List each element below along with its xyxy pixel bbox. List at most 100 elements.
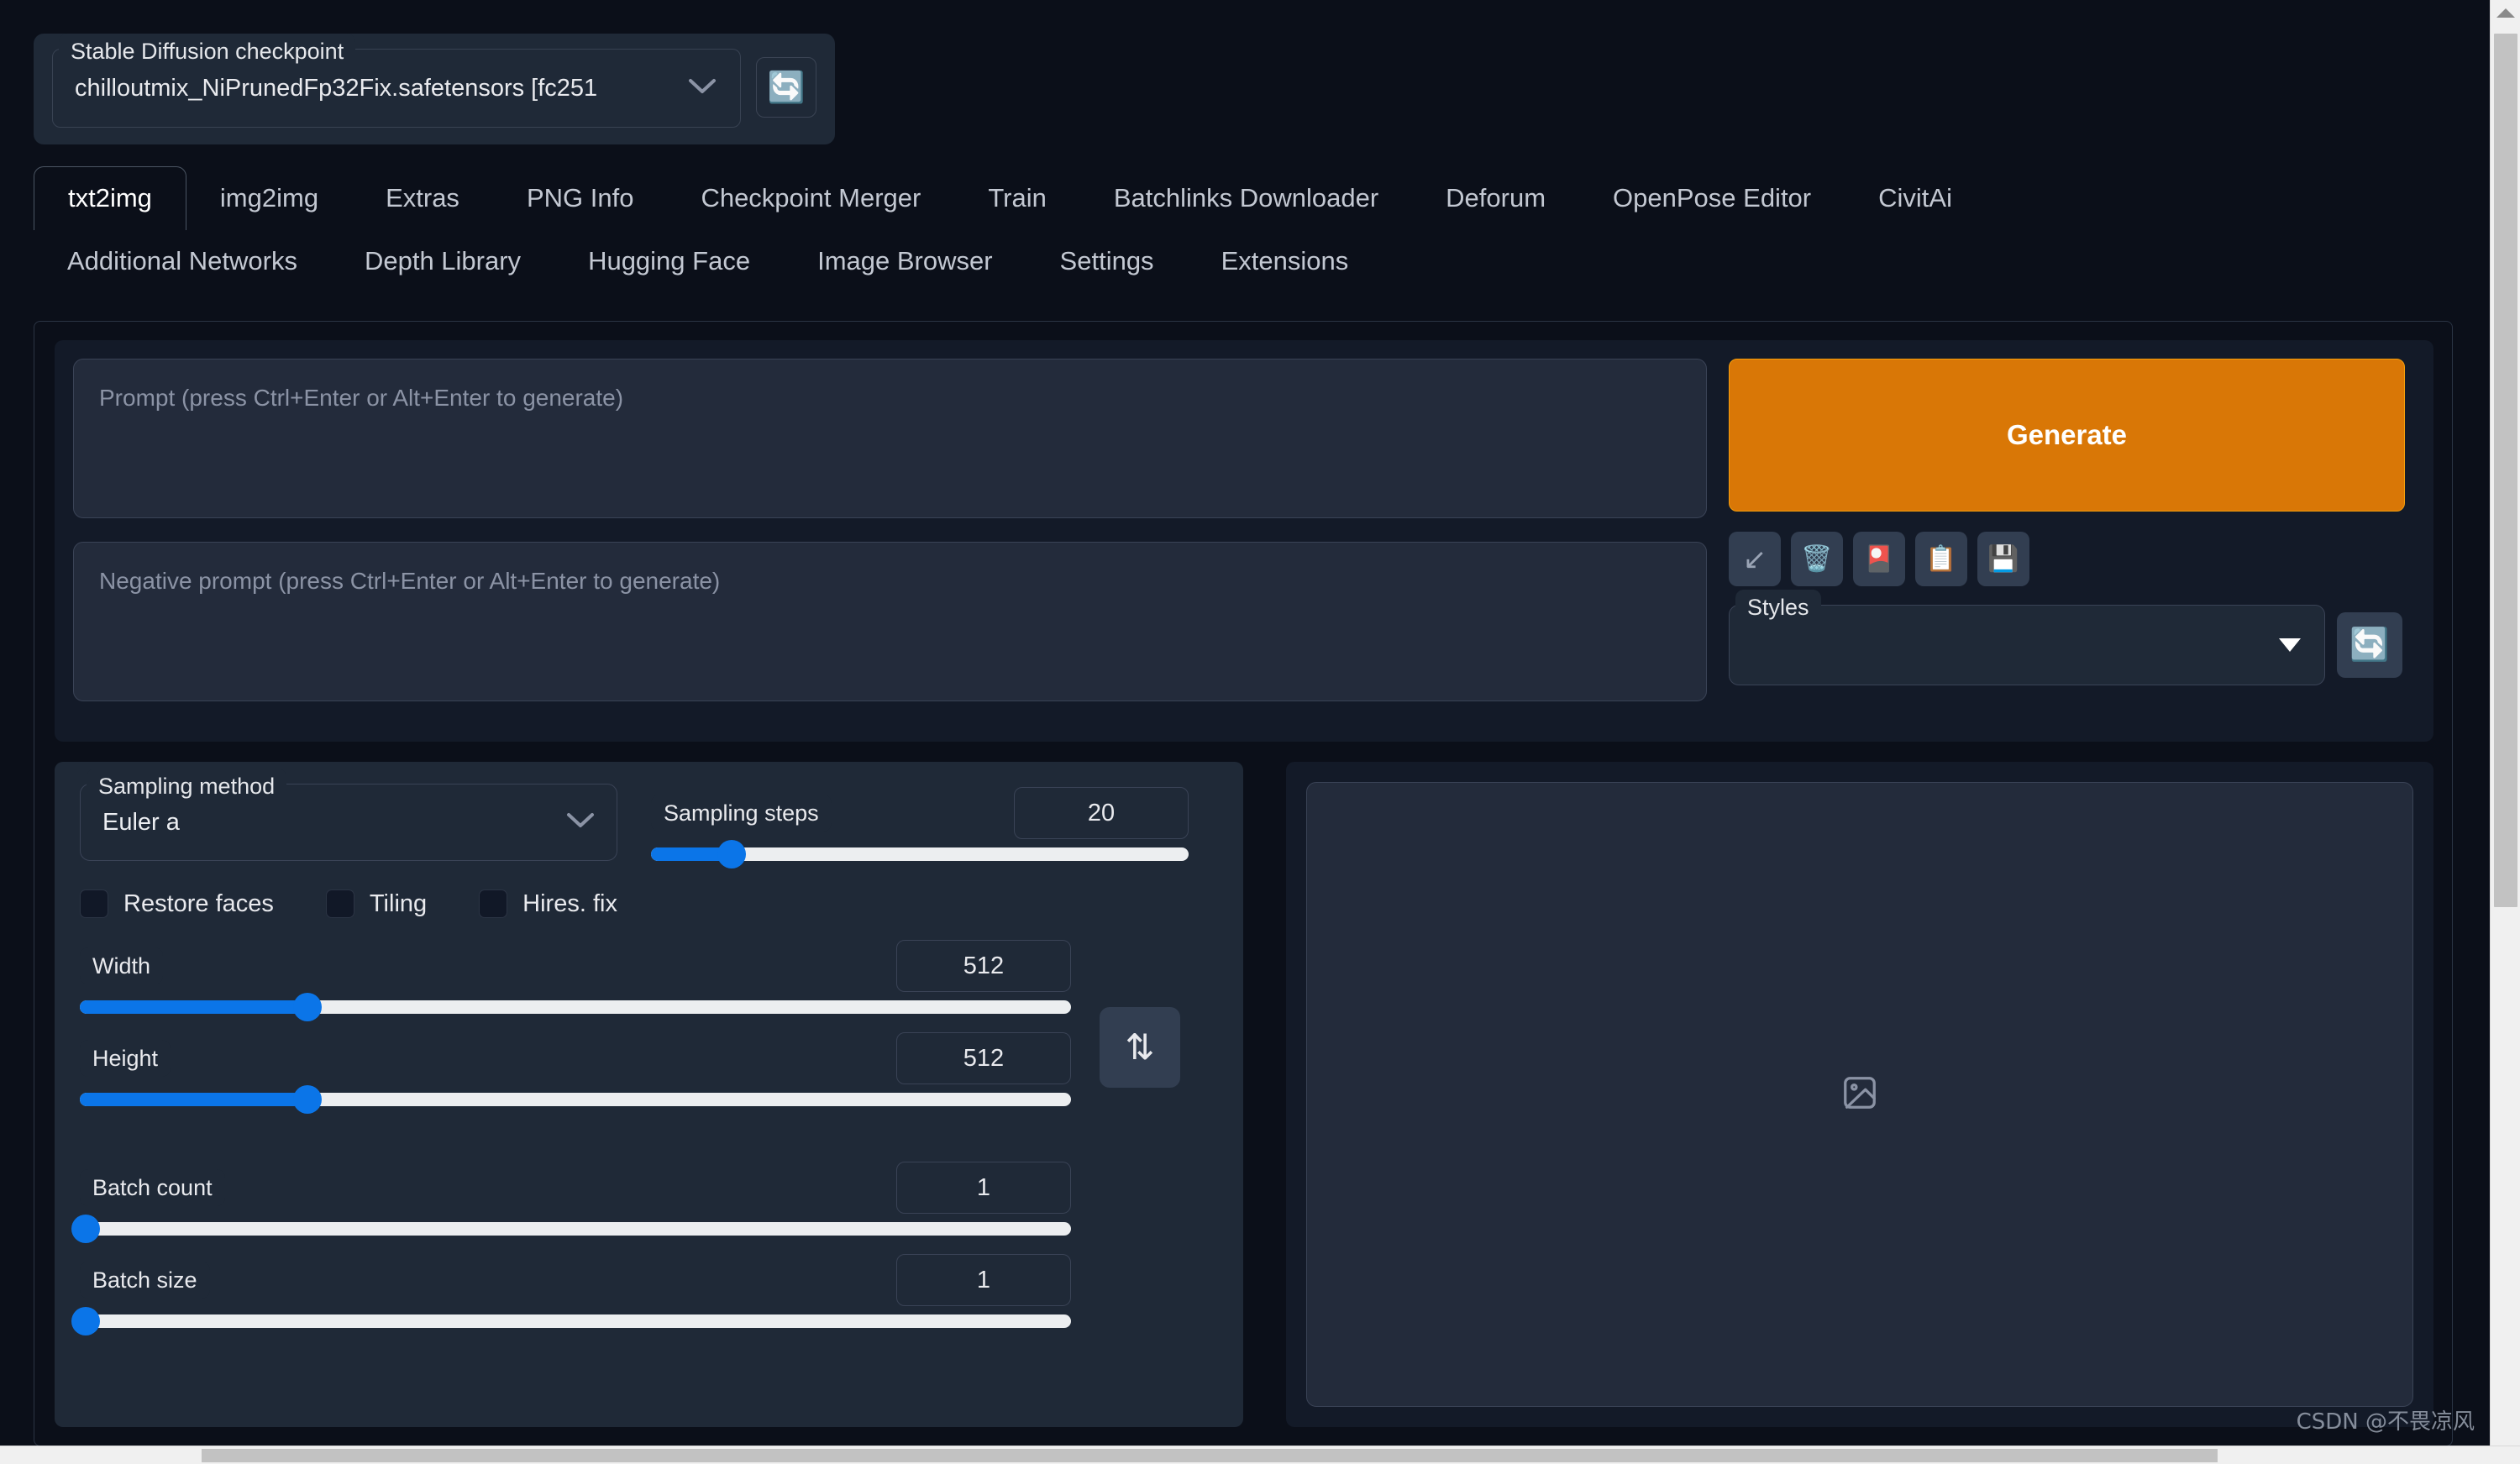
- tab-civitai[interactable]: CivitAi: [1845, 167, 1986, 230]
- negative-prompt-input[interactable]: Negative prompt (press Ctrl+Enter or Alt…: [73, 542, 1707, 701]
- tab-extras[interactable]: Extras: [352, 167, 493, 230]
- clear-prompt-button[interactable]: 🗑️: [1791, 532, 1843, 586]
- apply-style-button[interactable]: 📋: [1915, 532, 1967, 586]
- batch-size-group: Batch size 1: [71, 1254, 1071, 1335]
- horizontal-scrollbar-thumb[interactable]: [202, 1449, 2218, 1462]
- tab-train[interactable]: Train: [954, 167, 1079, 230]
- checkpoint-select-wrapper: Stable Diffusion checkpoint chilloutmix_…: [52, 34, 741, 128]
- height-value-input[interactable]: 512: [896, 1032, 1071, 1084]
- tab-checkpoint-merger[interactable]: Checkpoint Merger: [667, 167, 954, 230]
- tab-hugging-face[interactable]: Hugging Face: [554, 230, 784, 293]
- height-label: Height: [80, 1040, 171, 1077]
- tab-deforum[interactable]: Deforum: [1412, 167, 1579, 230]
- prompt-tool-row: ↙ 🗑️ 🎴 📋 💾: [1729, 532, 2405, 586]
- batch-count-group: Batch count 1: [71, 1162, 1071, 1243]
- dimension-sliders: Width 512 Height 512: [80, 940, 1071, 1115]
- tab-batchlinks-downloader[interactable]: Batchlinks Downloader: [1080, 167, 1412, 230]
- width-group: Width 512: [80, 940, 1071, 1021]
- tab-openpose-editor[interactable]: OpenPose Editor: [1579, 167, 1845, 230]
- page-viewport: Stable Diffusion checkpoint chilloutmix_…: [0, 0, 2489, 1446]
- dimensions-row: Width 512 Height 512 ⇅: [80, 940, 1218, 1115]
- image-placeholder-icon: [1840, 1073, 1879, 1116]
- refresh-icon: 🔄: [2349, 627, 2390, 663]
- tab-row-primary: txt2img img2img Extras PNG Info Checkpoi…: [34, 166, 2453, 231]
- toggles-row: Restore faces Tiling Hires. fix: [80, 889, 1218, 918]
- scroll-up-arrow-icon[interactable]: [2496, 8, 2515, 18]
- tiling-checkbox[interactable]: [325, 889, 354, 918]
- slider-thumb[interactable]: [71, 1215, 101, 1243]
- hires-fix-checkbox-item[interactable]: Hires. fix: [479, 889, 617, 918]
- batch-count-label: Batch count: [80, 1169, 225, 1206]
- floppy-disk-icon: 💾: [1987, 544, 2019, 573]
- restore-faces-label: Restore faces: [123, 889, 274, 917]
- tab-row-secondary: Additional Networks Depth Library Huggin…: [34, 230, 2453, 293]
- sampling-steps-slider[interactable]: [651, 840, 1189, 868]
- chevron-down-icon: [688, 78, 717, 95]
- batch-size-value-input[interactable]: 1: [896, 1254, 1071, 1306]
- horizontal-scrollbar[interactable]: [0, 1446, 2520, 1464]
- tab-settings[interactable]: Settings: [1026, 230, 1188, 293]
- positive-prompt-input[interactable]: Prompt (press Ctrl+Enter or Alt+Enter to…: [73, 359, 1707, 518]
- batch-size-label: Batch size: [80, 1262, 210, 1299]
- width-label: Width: [80, 947, 164, 984]
- vertical-scrollbar-thumb[interactable]: [2494, 34, 2517, 907]
- checkpoint-value: chilloutmix_NiPrunedFp32Fix.safetensors …: [75, 74, 598, 102]
- batch-section: Batch count 1 Batch size 1: [71, 1162, 1218, 1335]
- sampling-steps-head: Sampling steps 20: [651, 787, 1189, 839]
- batch-count-slider[interactable]: [71, 1215, 1071, 1243]
- save-style-button[interactable]: 💾: [1977, 532, 2029, 586]
- generate-button[interactable]: Generate: [1729, 359, 2405, 512]
- restore-faces-checkbox-item[interactable]: Restore faces: [80, 889, 274, 918]
- hires-fix-label: Hires. fix: [522, 889, 617, 917]
- slider-thumb[interactable]: [293, 1085, 323, 1114]
- restore-faces-checkbox[interactable]: [80, 889, 108, 918]
- sampler-row: Sampling method Euler a Sampling steps 2…: [80, 769, 1218, 868]
- styles-row: Styles 🔄: [1729, 590, 2405, 685]
- sampling-steps-group: Sampling steps 20: [651, 784, 1189, 868]
- tab-additional-networks[interactable]: Additional Networks: [34, 230, 331, 293]
- actions-column: Generate ↙ 🗑️ 🎴 📋 💾 Styles 🔄: [1729, 359, 2405, 723]
- slider-thumb[interactable]: [71, 1307, 101, 1335]
- tab-image-browser[interactable]: Image Browser: [784, 230, 1026, 293]
- height-slider[interactable]: [80, 1085, 1071, 1114]
- chevron-down-icon: [566, 812, 595, 829]
- txt2img-content-panel: Prompt (press Ctrl+Enter or Alt+Enter to…: [34, 321, 2453, 1446]
- stable-diffusion-webui-window: Stable Diffusion checkpoint chilloutmix_…: [0, 0, 2520, 1464]
- styles-wrapper: Styles: [1729, 590, 2325, 685]
- swap-width-height-button[interactable]: ⇅: [1100, 1007, 1180, 1088]
- slider-fill: [80, 1093, 308, 1106]
- width-value-input[interactable]: 512: [896, 940, 1071, 992]
- refresh-checkpoints-button[interactable]: 🔄: [756, 57, 816, 118]
- checkpoint-label: Stable Diffusion checkpoint: [59, 34, 356, 69]
- show-extra-networks-button[interactable]: 🎴: [1853, 532, 1905, 586]
- batch-size-slider[interactable]: [71, 1307, 1071, 1335]
- tab-txt2img[interactable]: txt2img: [34, 166, 186, 231]
- main-tabs: txt2img img2img Extras PNG Info Checkpoi…: [34, 166, 2453, 293]
- prompt-column: Prompt (press Ctrl+Enter or Alt+Enter to…: [73, 359, 1707, 723]
- batch-count-head: Batch count 1: [80, 1162, 1071, 1214]
- tab-extensions[interactable]: Extensions: [1188, 230, 1383, 293]
- swap-arrows-icon: ⇅: [1125, 1027, 1155, 1067]
- clipboard-icon: 📋: [1925, 544, 1957, 573]
- batch-count-value-input[interactable]: 1: [896, 1162, 1071, 1214]
- trash-icon: 🗑️: [1801, 544, 1833, 573]
- card-icon: 🎴: [1863, 544, 1895, 573]
- height-head: Height 512: [80, 1032, 1071, 1084]
- tiling-checkbox-item[interactable]: Tiling: [325, 889, 427, 918]
- output-gallery-panel: [1286, 762, 2433, 1427]
- slider-thumb[interactable]: [293, 993, 323, 1021]
- slider-thumb[interactable]: [717, 840, 746, 868]
- prompt-block: Prompt (press Ctrl+Enter or Alt+Enter to…: [55, 340, 2433, 742]
- tab-png-info[interactable]: PNG Info: [493, 167, 668, 230]
- output-image-area[interactable]: [1306, 782, 2413, 1407]
- refresh-styles-button[interactable]: 🔄: [2337, 612, 2402, 678]
- tab-depth-library[interactable]: Depth Library: [331, 230, 554, 293]
- tab-img2img[interactable]: img2img: [186, 167, 352, 230]
- height-group: Height 512: [80, 1032, 1071, 1114]
- sampling-steps-value-input[interactable]: 20: [1014, 787, 1189, 839]
- width-slider[interactable]: [80, 993, 1071, 1021]
- read-generation-parameters-button[interactable]: ↙: [1729, 532, 1781, 586]
- vertical-scrollbar[interactable]: [2490, 0, 2520, 1464]
- hires-fix-checkbox[interactable]: [479, 889, 508, 918]
- width-head: Width 512: [80, 940, 1071, 992]
